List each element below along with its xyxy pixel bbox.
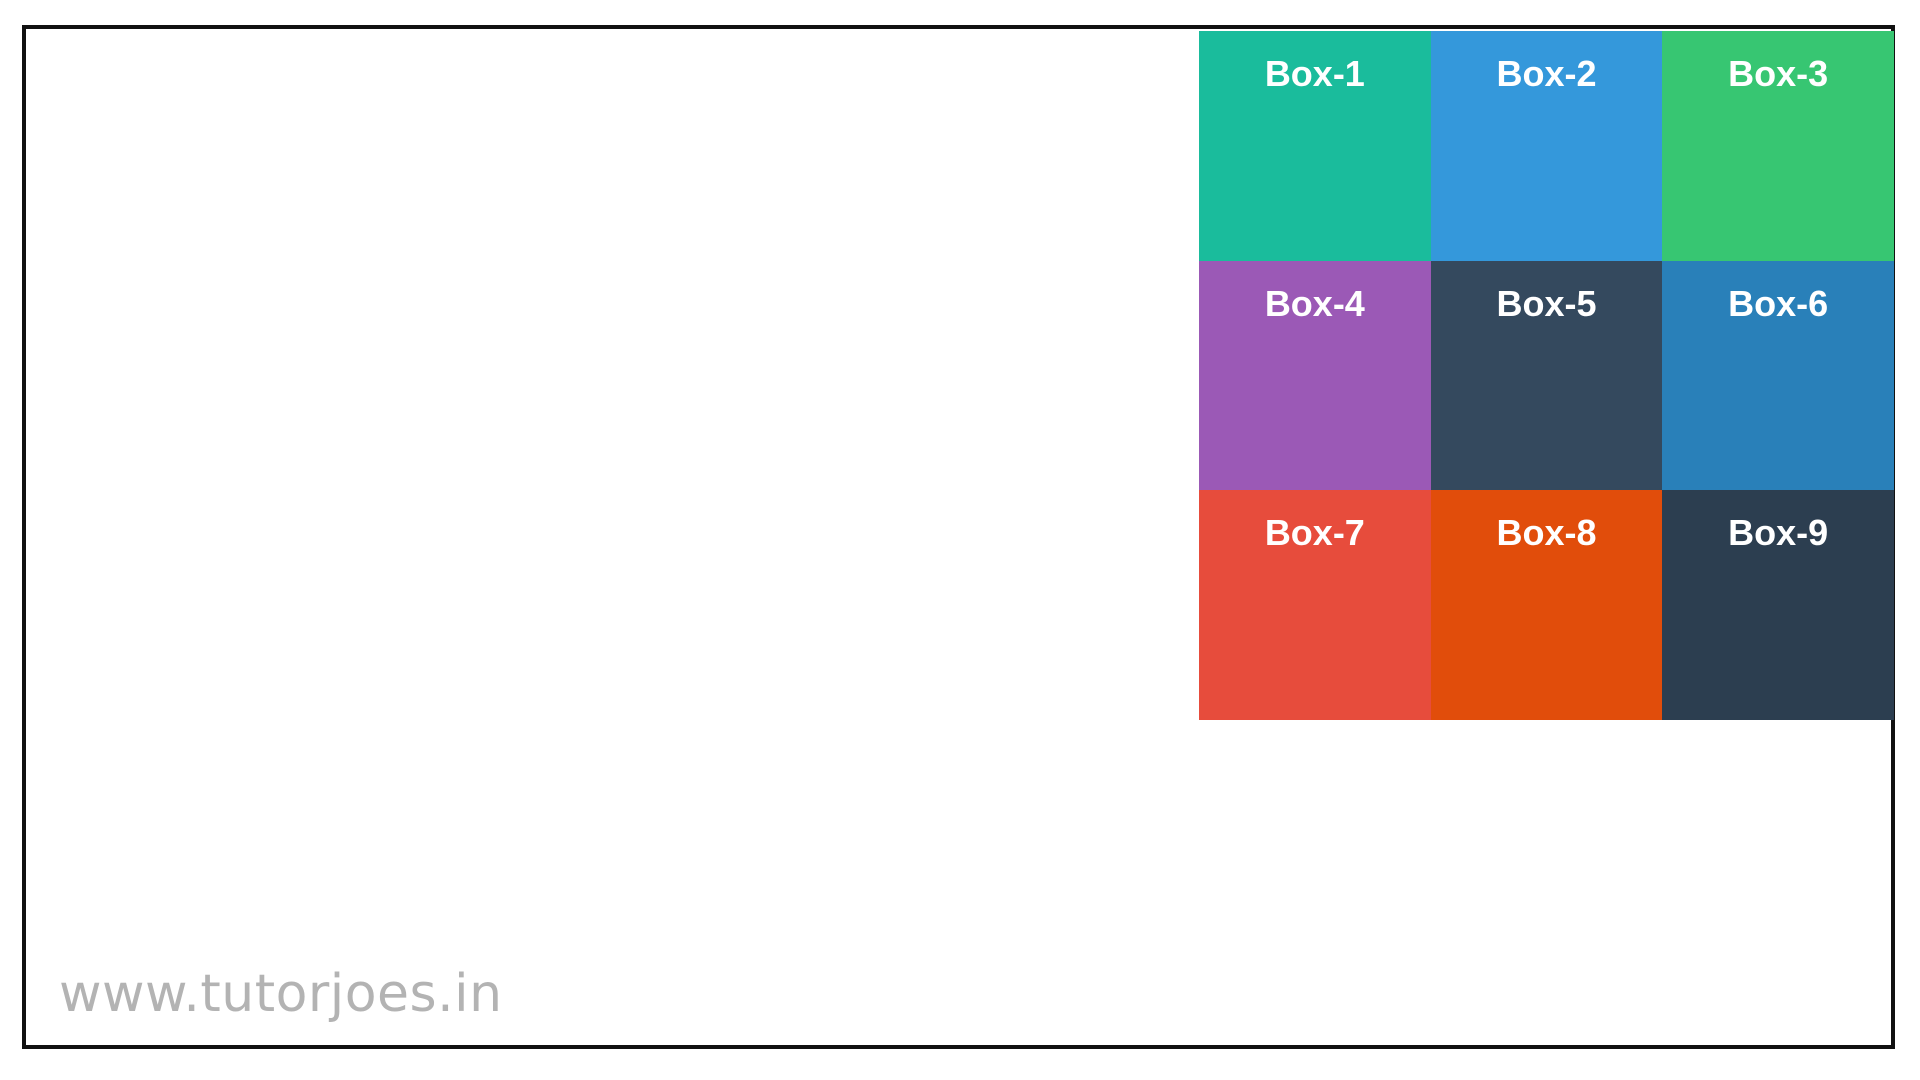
box-label: Box-2	[1496, 53, 1597, 94]
box-label: Box-7	[1264, 512, 1365, 554]
box-label: Box-4	[1264, 282, 1365, 324]
box-label: Box-9	[1728, 512, 1829, 554]
box-8: Box-8	[1430, 490, 1663, 720]
box-label: Box-3	[1728, 53, 1829, 94]
box-grid: Box-1 Box-2 Box-3 Box-4 Box-5 Box-6 Box-…	[1199, 31, 1894, 720]
box-7: Box-7	[1199, 490, 1431, 720]
box-2: Box-2	[1430, 31, 1663, 261]
box-label: Box-5	[1496, 282, 1597, 324]
box-label: Box-8	[1496, 512, 1597, 554]
box-1: Box-1	[1199, 31, 1431, 261]
box-5: Box-5	[1430, 260, 1663, 491]
box-9: Box-9	[1662, 490, 1894, 720]
box-3: Box-3	[1662, 31, 1894, 261]
box-label: Box-6	[1728, 282, 1829, 324]
page-frame: Box-1 Box-2 Box-3 Box-4 Box-5 Box-6 Box-…	[22, 25, 1895, 1049]
box-label: Box-1	[1264, 53, 1365, 94]
box-6: Box-6	[1662, 260, 1894, 491]
site-watermark: www.tutorjoes.in	[59, 964, 503, 1024]
box-4: Box-4	[1199, 260, 1431, 491]
